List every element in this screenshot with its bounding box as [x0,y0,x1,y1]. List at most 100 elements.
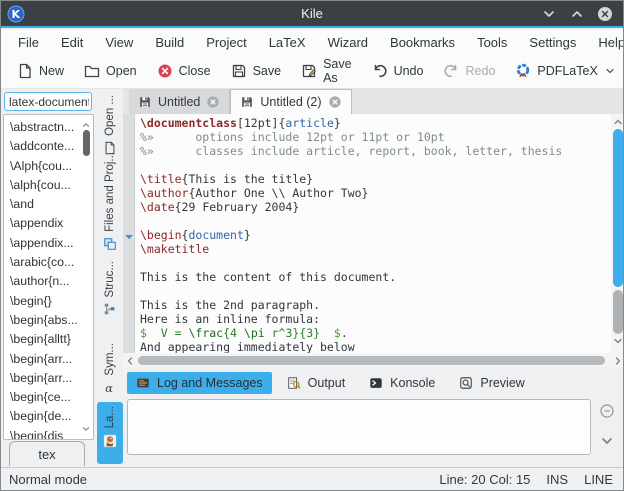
fold-marker-icon[interactable] [124,229,134,239]
save-label: Save [253,64,282,78]
menu-item-tools[interactable]: Tools [466,32,518,53]
titlebar[interactable]: K Kile [1,1,623,28]
chevron-down-icon [604,65,616,77]
log-icon [136,376,150,390]
panel-tab-output[interactable]: Output [278,372,355,394]
panel-tab-label: Preview [480,376,524,390]
code-line: This is the content of this document. [140,270,609,284]
sidebar-tab-tex[interactable]: tex [9,441,85,466]
status-bar: Normal mode Line: 20 Col: 15 INS LINE [1,467,623,490]
close-window-button[interactable] [597,6,613,22]
pdflatex-icon [515,63,531,79]
files-projects-icon [103,237,117,251]
scroll-down-icon[interactable] [81,421,91,439]
symbols-icon: α [103,381,117,395]
kile-window: K Kile FileEditViewBuildProjectLaTeXWiza… [0,0,624,491]
selection-mode-label[interactable]: LINE [584,472,613,487]
svg-text:K: K [12,8,21,21]
panel-tab-label: Output [308,376,346,390]
pdflatex-button[interactable]: PDFLaTeX [507,59,623,83]
scrollbar-thumb[interactable] [613,129,623,287]
open-label: Open [106,64,137,78]
toolbar: New Open Close Save Save As Undo Redo PDFLaTeX [1,54,623,89]
sidebar-tab-files-and-proj[interactable]: Files and Proj... [97,148,123,252]
code-line: Here is an inline formula: [140,312,609,326]
panel-chevron-down-button[interactable] [599,433,615,449]
menu-item-settings[interactable]: Settings [518,32,587,53]
log-messages-area[interactable] [127,399,591,455]
redo-button[interactable]: Redo [435,59,503,83]
konsole-icon [369,376,383,390]
sidebar-tab-label: Open ... [104,95,116,136]
menu-item-build[interactable]: Build [144,32,195,53]
menu-item-edit[interactable]: Edit [50,32,94,53]
menu-item-file[interactable]: File [7,32,50,53]
editor-vertical-scrollbar[interactable] [611,114,624,353]
save-as-label: Save As [323,57,352,85]
pdflatex-label: PDFLaTeX [537,64,597,78]
scroll-right-icon[interactable] [612,354,624,372]
close-button[interactable]: Close [149,59,219,83]
sidebar-tab-label: Struc... [104,261,116,297]
tab-close-icon[interactable] [328,95,342,109]
svg-text:α: α [105,381,113,395]
editor-tab-label: Untitled (2) [260,95,321,109]
scrollbar-thumb[interactable] [83,130,90,156]
editor-tab-untitled-2[interactable]: Untitled (2) [230,89,351,114]
panel-tab-konsole[interactable]: Konsole [360,372,444,394]
save-icon [231,63,247,79]
undo-icon [372,63,388,79]
save-as-icon [301,63,317,79]
editor-tab-bar: Untitled Untitled (2) [123,89,624,114]
code-line [140,158,609,172]
menu-item-view[interactable]: View [94,32,144,53]
collapse-panel-button[interactable] [599,403,615,419]
scroll-down-icon[interactable] [612,334,624,352]
sidebar-tab-open[interactable]: Open ... [97,91,123,143]
code-line: %» options include 12pt or 11pt or 10pt [140,130,609,144]
new-document-icon [17,63,33,79]
floppy-icon [240,95,254,109]
scrollbar-thumb[interactable] [138,356,605,365]
panel-tab-log-and-messages[interactable]: Log and Messages [127,372,272,394]
editor-horizontal-scrollbar[interactable] [123,353,624,367]
command-filter-input[interactable] [4,92,92,111]
menu-item-project[interactable]: Project [195,32,257,53]
menu-bar: FileEditViewBuildProjectLaTeXWizardBookm… [1,30,623,54]
minimize-button[interactable] [541,6,557,22]
menu-item-help[interactable]: Help [587,32,624,53]
sidebar-tab-sym[interactable]: Sym...α [97,339,123,397]
preview-icon [459,376,473,390]
sidebar-tab-struc[interactable]: Struc... [97,257,123,335]
latex-commands-icon [103,434,117,448]
code-line [140,214,609,228]
panel-tab-preview[interactable]: Preview [450,372,533,394]
editor-view[interactable]: \documentclass[12pt]{article}%» options … [123,114,624,353]
save-button[interactable]: Save [223,59,290,83]
sidebar-tab-la[interactable]: La... [97,402,123,464]
save-as-button[interactable]: Save As [293,53,360,89]
menu-item-latex[interactable]: LaTeX [258,32,317,53]
cursor-position-label[interactable]: Line: 20 Col: 15 [439,472,530,487]
editor-tab-untitled[interactable]: Untitled [129,89,230,114]
maximize-button[interactable] [569,6,585,22]
command-list-scrollbar[interactable] [80,116,92,440]
structure-icon [103,302,117,316]
new-label: New [39,64,64,78]
code-line [140,284,609,298]
new-button[interactable]: New [9,59,72,83]
editor-tab-label: Untitled [158,95,200,109]
latex-command-list[interactable]: \abstractn...\addconte...\Alph{cou...\al… [3,114,94,440]
redo-icon [443,63,459,79]
menu-item-wizard[interactable]: Wizard [317,32,379,53]
menu-item-bookmarks[interactable]: Bookmarks [379,32,466,53]
redo-label: Redo [465,64,495,78]
editor-icon-border[interactable] [123,114,135,353]
tab-close-icon[interactable] [206,95,220,109]
floppy-icon [138,95,152,109]
open-button[interactable]: Open [76,59,145,83]
undo-button[interactable]: Undo [364,59,432,83]
editor-code[interactable]: \documentclass[12pt]{article}%» options … [140,116,609,353]
insert-mode-label[interactable]: INS [546,472,568,487]
scrollbar-secondary-thumb[interactable] [613,290,623,334]
